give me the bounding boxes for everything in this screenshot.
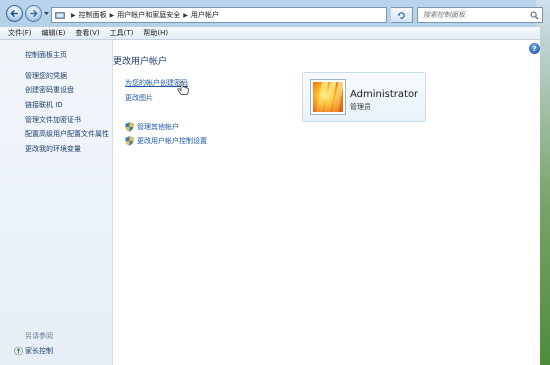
breadcrumb-chevron-icon: ▶ — [71, 11, 76, 19]
menu-tools[interactable]: 工具(T) — [105, 28, 139, 38]
back-button[interactable] — [6, 5, 23, 22]
uac-settings-task[interactable]: 更改用户帐户控制设置 — [125, 136, 207, 146]
breadcrumb-user-accounts[interactable]: 用户帐户 — [191, 10, 219, 20]
page-title: 更改用户帐户 — [113, 57, 168, 67]
change-picture-link[interactable]: 更改图片 — [125, 93, 153, 103]
sidebar-item-label: 家长控制 — [25, 347, 53, 355]
manage-other-accounts-link[interactable]: 管理其他帐户 — [137, 122, 179, 132]
account-card[interactable]: Administrator 管理员 — [302, 72, 426, 122]
sidebar-item-control-panel-home[interactable]: 控制面板主页 — [25, 50, 67, 60]
manage-other-accounts-task[interactable]: 管理其他帐户 — [125, 122, 179, 132]
search-input[interactable] — [423, 11, 528, 19]
breadcrumb-chevron-icon: ▶ — [183, 11, 188, 19]
address-bar[interactable]: ▶ 控制面板 ▶ 用户帐户和家庭安全 ▶ 用户帐户 — [51, 7, 387, 23]
menu-bar: 文件(F) 编辑(E) 查看(V) 工具(T) 帮助(H) — [0, 27, 540, 40]
sidebar-item-parental-controls[interactable]: 家长控制 — [14, 346, 53, 356]
address-row: ▶ 控制面板 ▶ 用户帐户和家庭安全 ▶ 用户帐户 — [0, 0, 550, 27]
sidebar-item-password-reset-disk[interactable]: 创建密码重设盘 — [25, 85, 74, 95]
menu-file[interactable]: 文件(F) — [3, 28, 37, 38]
menu-help[interactable]: 帮助(H) — [138, 28, 173, 38]
account-role: 管理员 — [350, 103, 371, 111]
arrow-left-icon — [10, 10, 18, 17]
help-button[interactable]: ? — [529, 43, 540, 54]
arrow-right-icon — [30, 10, 38, 17]
uac-shield-icon — [125, 136, 134, 146]
menu-view[interactable]: 查看(V) — [70, 28, 104, 38]
sidebar-item-advanced-profile-properties[interactable]: 配置高级用户配置文件属性 — [25, 129, 109, 139]
menu-edit[interactable]: 编辑(E) — [37, 28, 71, 38]
avatar[interactable] — [311, 80, 345, 114]
recent-pages-dropdown-icon[interactable] — [43, 10, 50, 17]
search-icon[interactable] — [530, 11, 539, 20]
control-panel-folder-icon — [55, 12, 65, 19]
hand-cursor-icon — [177, 81, 189, 95]
account-name: Administrator — [350, 89, 419, 100]
see-also-heading: 另请参阅 — [25, 332, 53, 340]
refresh-icon — [397, 11, 405, 19]
sidebar-item-manage-credentials[interactable]: 管理您的凭据 — [25, 71, 67, 81]
breadcrumb-control-panel[interactable]: 控制面板 — [79, 10, 107, 20]
sidebar-item-file-encryption-certs[interactable]: 管理文件加密证书 — [25, 115, 81, 125]
breadcrumb-chevron-icon: ▶ — [109, 11, 115, 19]
breadcrumb-user-accounts-family[interactable]: 用户帐户和家庭安全 — [117, 10, 180, 20]
search-box[interactable] — [417, 7, 543, 23]
uac-shield-icon — [125, 122, 134, 132]
refresh-button[interactable] — [391, 7, 413, 23]
task-pane: 控制面板主页 管理您的凭据 创建密码重设盘 链接联机 ID 管理文件加密证书 配… — [0, 40, 113, 365]
sidebar-item-link-online-id[interactable]: 链接联机 ID — [25, 100, 63, 110]
sidebar-item-environment-variables[interactable]: 更改我的环境变量 — [25, 144, 81, 154]
parental-controls-icon — [14, 346, 23, 356]
uac-settings-link[interactable]: 更改用户帐户控制设置 — [137, 136, 207, 146]
forward-button[interactable] — [25, 5, 42, 22]
